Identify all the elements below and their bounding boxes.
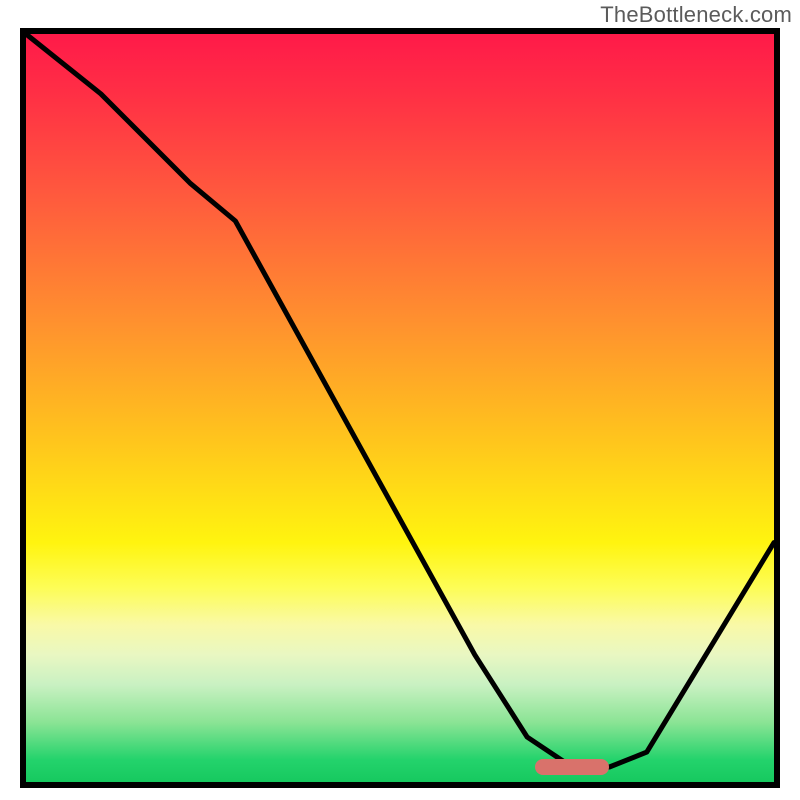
plot-area [20,28,780,788]
bottleneck-curve [26,34,774,782]
watermark-text: TheBottleneck.com [600,2,792,28]
chart-stage: TheBottleneck.com [0,0,800,800]
minimum-marker [535,759,610,775]
